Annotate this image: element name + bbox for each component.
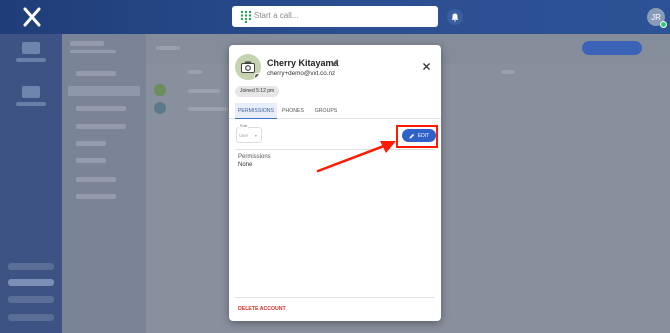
panel-item <box>76 124 126 129</box>
nav-bottom-item <box>8 314 54 321</box>
pencil-icon[interactable] <box>331 58 340 67</box>
panel-item <box>76 71 116 76</box>
bell-icon <box>451 13 459 21</box>
nav-label <box>16 102 46 106</box>
left-navigation <box>0 34 62 333</box>
row-text <box>188 89 220 93</box>
nav-bottom-item <box>8 279 54 286</box>
notifications-button[interactable] <box>447 9 463 25</box>
vxt-logo[interactable] <box>22 7 42 27</box>
permissions-value: None <box>238 162 253 168</box>
panel-item <box>76 194 116 199</box>
row-text <box>188 107 228 111</box>
column-header <box>188 70 202 74</box>
row-avatar <box>154 84 166 96</box>
divider <box>235 149 435 150</box>
role-label: Role <box>239 124 249 128</box>
role-value: User <box>239 133 249 138</box>
nav-label <box>16 58 46 62</box>
user-name: Cherry Kitayama <box>267 58 339 68</box>
user-details-dialog: Cherry Kitayama cherry+demo@vxt.co.nz Jo… <box>229 45 441 321</box>
search-placeholder: Start a call... <box>254 11 299 20</box>
column-header <box>501 70 515 74</box>
panel-item <box>76 106 126 111</box>
secondary-panel <box>62 34 146 333</box>
row-avatar <box>154 102 166 114</box>
user-avatar[interactable]: JR <box>647 8 667 28</box>
panel-item <box>76 158 106 163</box>
dialpad-icon <box>240 10 252 23</box>
panel-item-selected <box>68 86 140 96</box>
permissions-title: Permissions <box>238 154 271 160</box>
camera-icon <box>241 61 255 73</box>
joined-badge: Joined 5:12 pm <box>235 86 280 97</box>
panel-item <box>76 177 116 182</box>
annotation-highlight-box <box>396 125 438 148</box>
profile-avatar[interactable] <box>235 54 261 80</box>
nav-bottom-item <box>8 263 54 270</box>
online-status-dot <box>660 21 667 28</box>
start-call-input[interactable]: Start a call... <box>232 6 438 27</box>
nav-icon <box>22 86 40 98</box>
main-action-button <box>582 41 642 55</box>
panel-item <box>76 141 106 146</box>
delete-account-button[interactable]: DELETE ACCOUNT <box>238 306 286 312</box>
user-email: cherry+demo@vxt.co.nz <box>267 70 336 77</box>
chevron-down-icon: ▾ <box>255 134 257 138</box>
nav-icon <box>22 42 40 54</box>
top-bar: Start a call... JR <box>0 0 670 34</box>
tab-groups[interactable]: GROUPS <box>311 103 341 119</box>
presence-dot <box>254 73 261 80</box>
tab-bar: PERMISSIONS PHONES GROUPS <box>229 103 441 119</box>
divider <box>235 297 435 298</box>
main-title <box>156 46 180 50</box>
tab-phones[interactable]: PHONES <box>279 103 307 119</box>
user-initials: JR <box>651 12 661 22</box>
panel-heading <box>70 41 104 46</box>
nav-bottom-item <box>8 296 54 303</box>
close-icon[interactable] <box>422 62 431 71</box>
panel-subheading <box>70 50 116 53</box>
tab-permissions[interactable]: PERMISSIONS <box>235 103 277 119</box>
